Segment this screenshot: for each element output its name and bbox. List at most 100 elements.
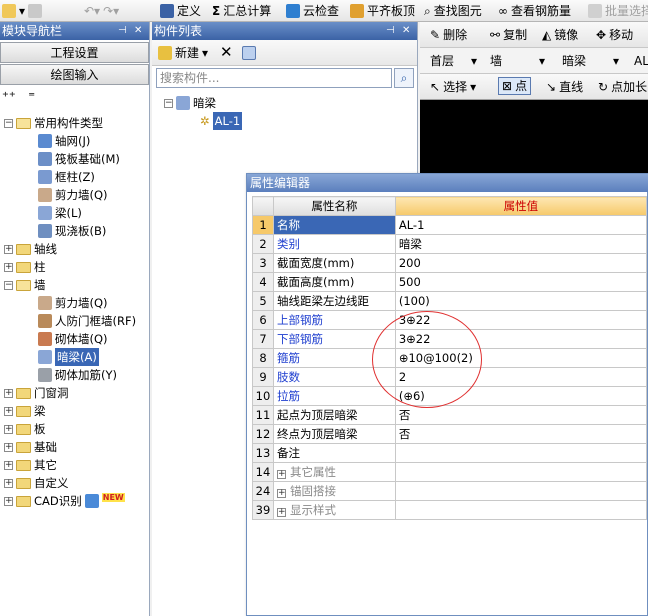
table-row[interactable]: 2 类别 暗梁: [252, 234, 648, 254]
tree-cad-recognition[interactable]: + CAD识别 NEW: [4, 492, 125, 510]
copy-icon: ⚯: [490, 28, 501, 42]
table-row[interactable]: 12 终点为顶层暗梁 否: [252, 424, 648, 444]
expand-icon[interactable]: +: [276, 508, 286, 517]
table-row[interactable]: 3 截面宽度(mm) 200: [252, 253, 648, 273]
open-folder-icon[interactable]: [2, 4, 16, 18]
dropdown-arrow-icon: ▾: [539, 54, 546, 68]
expand-icon[interactable]: +: [276, 470, 286, 479]
table-row[interactable]: 9 肢数 2: [252, 367, 648, 387]
expand-icon[interactable]: +: [4, 244, 13, 254]
collapse-icon[interactable]: −: [164, 98, 173, 108]
tree-slab[interactable]: + 板: [4, 420, 46, 438]
level-slab-button[interactable]: 平齐板顶: [350, 2, 415, 20]
collapse-icon[interactable]: −: [4, 280, 13, 290]
table-row[interactable]: 4 截面高度(mm) 500: [252, 272, 648, 292]
table-row[interactable]: 1 名称 AL-1: [252, 215, 648, 235]
expand-icon[interactable]: +: [4, 442, 13, 452]
table-row[interactable]: 7 下部钢筋 3⊕22: [252, 329, 648, 349]
tree-item-axis-grid[interactable]: 轴网(J): [38, 132, 90, 150]
property-editor-title[interactable]: 属性编辑器: [247, 174, 648, 192]
find-element-button[interactable]: ⌕ 查找图元: [424, 2, 482, 20]
tree-common-types[interactable]: − 常用构件类型: [4, 114, 103, 132]
move-button[interactable]: ✥ 移动: [596, 26, 633, 44]
tree-foundation[interactable]: + 基础: [4, 438, 57, 456]
comp-tree-root[interactable]: − 暗梁: [164, 94, 216, 112]
comp-tree-item-al1[interactable]: ✲ AL-1: [200, 112, 243, 130]
delete-component-button[interactable]: ✕: [220, 43, 233, 61]
search-button[interactable]: ⌕: [394, 68, 414, 88]
table-row[interactable]: 10 拉筋 (⊕6): [252, 386, 648, 406]
expand-icon[interactable]: +: [4, 496, 13, 506]
expand-collapse-tools[interactable]: ⁺⁺ ⁼: [2, 90, 35, 105]
view-rebar-button[interactable]: ∞ 查看钢筋量: [498, 2, 571, 20]
save-icon[interactable]: [28, 4, 43, 18]
copy-button[interactable]: ⚯ 复制: [490, 26, 527, 44]
floor-select[interactable]: 首层 ▾: [430, 52, 477, 70]
point-button[interactable]: ⊠ 点: [498, 77, 532, 95]
expand-icon[interactable]: +: [4, 388, 13, 398]
tree-item-civil-defense-wall[interactable]: 人防门框墙(RF): [38, 312, 136, 330]
cloud-check-button[interactable]: 云检查: [286, 2, 339, 20]
expand-icon[interactable]: +: [4, 460, 13, 470]
component-select[interactable]: AL: [634, 52, 648, 70]
tree-beam-group[interactable]: + 梁: [4, 402, 46, 420]
type-select[interactable]: 墙 ▾: [490, 52, 545, 70]
define-button[interactable]: 定义: [160, 2, 201, 20]
tree-item-masonry-rebar[interactable]: 砌体加筋(Y): [38, 366, 117, 384]
pin-icon[interactable]: ⊣: [386, 22, 395, 40]
tree-item-hidden-beam[interactable]: 暗梁(A): [38, 348, 99, 366]
copy-component-button[interactable]: [242, 44, 256, 62]
delete-button[interactable]: ✎ 删除: [430, 26, 467, 44]
table-row[interactable]: 39 + 显示样式: [252, 500, 648, 520]
drawing-input-button[interactable]: 绘图输入: [0, 64, 149, 85]
close-icon[interactable]: ✕: [134, 22, 142, 40]
expand-icon[interactable]: +: [4, 262, 13, 272]
expand-icon[interactable]: +: [276, 489, 286, 498]
folder-icon: [16, 387, 31, 399]
table-row[interactable]: 24 + 锚固搭接: [252, 481, 648, 501]
tree-item-raft-foundation[interactable]: 筏板基础(M): [38, 150, 120, 168]
cursor-icon: ↖: [430, 80, 441, 94]
search-input[interactable]: 搜索构件...: [156, 68, 392, 88]
collapse-icon[interactable]: −: [4, 118, 13, 128]
expand-icon[interactable]: +: [4, 478, 13, 488]
tree-item-frame-column[interactable]: 框柱(Z): [38, 168, 95, 186]
table-row[interactable]: 5 轴线距梁左边线距 (100): [252, 291, 648, 311]
tree-item-wall-shear[interactable]: 剪力墙(Q): [38, 294, 108, 312]
folder-icon: [16, 405, 31, 417]
name-value-cell[interactable]: AL-1: [394, 215, 648, 235]
dropdown-arrow-icon[interactable]: ▾: [19, 2, 25, 20]
pin-icon[interactable]: ⊣: [118, 22, 127, 40]
tree-custom[interactable]: + 自定义: [4, 474, 69, 492]
mirror-button[interactable]: ◭ 镜像: [542, 26, 578, 44]
sum-calc-button[interactable]: Σ 汇总计算: [212, 2, 271, 20]
expand-icon[interactable]: +: [4, 424, 13, 434]
select-button[interactable]: ↖ 选择 ▾: [430, 78, 476, 96]
new-component-button[interactable]: 新建 ▾: [158, 44, 208, 62]
close-icon[interactable]: ✕: [402, 22, 410, 40]
tree-wall[interactable]: − 墙: [4, 276, 46, 294]
tree-door-window[interactable]: + 门窗洞: [4, 384, 69, 402]
expand-all-icon[interactable]: ⁺⁺: [2, 90, 16, 105]
table-row[interactable]: 6 上部钢筋 3⊕22: [252, 310, 648, 330]
table-row[interactable]: 8 箍筋 ⊕10@100(2): [252, 348, 648, 368]
folder-icon: [16, 423, 31, 435]
line-button[interactable]: ↘ 直线: [546, 78, 583, 96]
tree-other[interactable]: + 其它: [4, 456, 57, 474]
table-row[interactable]: 14 + 其它属性: [252, 462, 648, 482]
table-row[interactable]: 11 起点为顶层暗梁 否: [252, 405, 648, 425]
sum-calc-label: 汇总计算: [223, 4, 272, 18]
expand-icon[interactable]: +: [4, 406, 13, 416]
subtype-select[interactable]: 暗梁 ▾: [562, 52, 619, 70]
tree-item-cast-slab[interactable]: 现浇板(B): [38, 222, 106, 240]
toolbar-file-group[interactable]: ▾: [2, 2, 43, 20]
project-settings-button[interactable]: 工程设置: [0, 42, 149, 63]
tree-axis-line[interactable]: + 轴线: [4, 240, 57, 258]
tree-column[interactable]: + 柱: [4, 258, 46, 276]
table-row[interactable]: 13 备注: [252, 443, 648, 463]
collapse-all-icon[interactable]: ⁼: [28, 90, 35, 105]
tree-item-shear-wall[interactable]: 剪力墙(Q): [38, 186, 108, 204]
tree-item-beam[interactable]: 梁(L): [38, 204, 82, 222]
point-extend-button[interactable]: ↻ 点加长: [598, 78, 647, 96]
tree-item-masonry-wall[interactable]: 砌体墙(Q): [38, 330, 108, 348]
